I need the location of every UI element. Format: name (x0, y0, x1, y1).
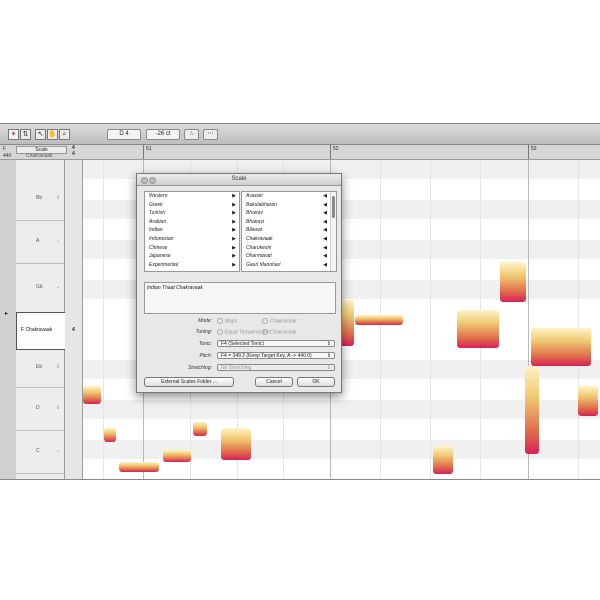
minimize-icon[interactable] (149, 177, 156, 184)
snap-icon[interactable]: ∴ (184, 129, 199, 140)
scale-item[interactable]: Bhairavi ◀ (242, 218, 336, 227)
bar-number: 52 (333, 146, 339, 152)
note-row[interactable]: Bb ⇕ (16, 178, 64, 221)
scale-item[interactable]: Gauri Manohari ◀ (242, 261, 336, 270)
scale-item[interactable]: Bakulabharan ◀ (242, 201, 336, 210)
category-item[interactable]: Experimental ▶ (145, 261, 239, 270)
close-icon[interactable] (141, 177, 148, 184)
bar-number: 51 (146, 146, 152, 152)
tonic-select[interactable]: F4 (Selected Tonic) ⇕ (217, 340, 335, 347)
mode-radio-chakravaak[interactable]: Chakravaak (262, 318, 297, 324)
scale-description: Indian Thaat Chakravaak (144, 282, 336, 314)
stretching-select[interactable]: No Stretching ⇕ (217, 364, 335, 371)
scale-item[interactable]: Asavari ◀ (242, 192, 336, 201)
pointer-icon[interactable]: ↖ (35, 129, 46, 140)
mode-radio-major[interactable]: Major (217, 318, 238, 324)
category-item[interactable]: Indonesian ▶ (145, 235, 239, 244)
scale-name: Chakravaak (26, 153, 53, 159)
tuning-radio-chakravaak[interactable]: Chakravaak (262, 329, 297, 335)
note-blob[interactable] (193, 422, 207, 436)
note-row[interactable]: Eb ⇕ (16, 349, 64, 388)
bar-number: 53 (531, 146, 537, 152)
note-blob[interactable] (433, 446, 453, 474)
category-list[interactable]: Western ▶ Greek ▶ Turkish ▶ Arabian ▶ Indian… (144, 191, 240, 272)
pitch-select[interactable]: F4 = 349.2 (Keep Target Key, A -> 440.0)… (217, 352, 335, 359)
note-row[interactable]: A ⌄ (16, 221, 64, 264)
note-blob[interactable] (163, 450, 191, 462)
note-blob[interactable] (525, 366, 539, 454)
number-column: 4 (65, 160, 83, 479)
category-item[interactable]: Chinese ▶ (145, 244, 239, 253)
toolbar: ✶ ⇅ ↖ ✋ ⌕ D 4 -26 ct ∴ ⋯ (0, 124, 600, 145)
category-item-selected[interactable]: Indian ▶ (145, 226, 239, 235)
scale-dialog: Scale Western ▶ Greek ▶ Turkish ▶ Arabian ▶ … (136, 173, 342, 393)
pitch-tool-icon[interactable]: ⇅ (20, 129, 31, 140)
scale-list[interactable]: Asavari ◀ Bakulabharan ◀ Bhairav ◀ Bhairavi… (241, 191, 337, 272)
note-column: Bb ⇕ A ⌄ Gb ⌄ F Chakravaak Eb ⇕ D ⇕ C ⌄ (16, 160, 66, 479)
note-blob[interactable] (119, 462, 159, 472)
zoom-icon[interactable]: ⌕ (59, 129, 70, 140)
note-row[interactable]: Gb ⌄ (16, 264, 64, 313)
header-row: F 440 Scale Chakravaak 4 4 51 52 53 (0, 145, 600, 160)
note-blob[interactable] (578, 386, 598, 416)
cents-field[interactable]: -26 ct (146, 129, 180, 140)
note-row-selected[interactable]: F Chakravaak (16, 312, 66, 350)
dialog-title: Scale (137, 174, 341, 186)
tonic-label: Tonic: (198, 341, 212, 347)
col-f-label: F (3, 146, 7, 152)
caret-icon: ▸ (5, 311, 9, 317)
pitch-label: Pitch: (199, 353, 212, 359)
hand-icon[interactable]: ✋ (47, 129, 58, 140)
scale-item-selected[interactable]: Chakravaak ◀ (242, 234, 336, 244)
note-blob[interactable] (104, 428, 116, 442)
time-sig-bottom: 4 (72, 151, 75, 157)
cancel-button[interactable]: Cancel (255, 377, 293, 387)
category-item[interactable]: Arabian ▶ (145, 218, 239, 227)
ok-button[interactable]: OK (297, 377, 335, 387)
tuning-label: Tuning: (195, 329, 212, 335)
stretching-label: Stretching: (188, 365, 212, 371)
note-row[interactable]: C ⌄ (16, 431, 64, 474)
note-blob[interactable] (500, 262, 526, 302)
key-column: ▸ (0, 160, 17, 479)
external-scales-folder-button[interactable]: External Scales Folder ... (144, 377, 234, 387)
mode-label: Mode: (198, 318, 212, 324)
scale-item[interactable]: Dharmavati ◀ (242, 252, 336, 261)
col-hz-label: 440 (3, 153, 12, 159)
scale-item[interactable]: Charukeshi ◀ (242, 244, 336, 253)
category-item[interactable]: Turkish ▶ (145, 209, 239, 218)
category-item[interactable]: Western ▶ (145, 192, 239, 201)
note-field[interactable]: D 4 (107, 129, 141, 140)
scale-item[interactable]: Bhairav ◀ (242, 209, 336, 218)
scale-item[interactable]: Bilawal ◀ (242, 226, 336, 235)
note-blob[interactable] (221, 428, 251, 460)
category-item[interactable]: Greek ▶ (145, 201, 239, 210)
note-row[interactable]: D ⇕ (16, 388, 64, 431)
category-item[interactable]: Japanese ▶ (145, 252, 239, 261)
note-blob[interactable] (355, 315, 403, 325)
grid-icon[interactable]: ⋯ (203, 129, 218, 140)
note-blob[interactable] (457, 310, 499, 348)
note-blob[interactable] (531, 328, 591, 366)
note-blob[interactable] (83, 386, 101, 404)
main-tool-icon[interactable]: ✶ (8, 129, 19, 140)
selected-note-number: 4 (72, 327, 75, 333)
scrollbar-thumb[interactable] (332, 196, 335, 218)
scale-list-scrollbar[interactable] (330, 192, 336, 271)
